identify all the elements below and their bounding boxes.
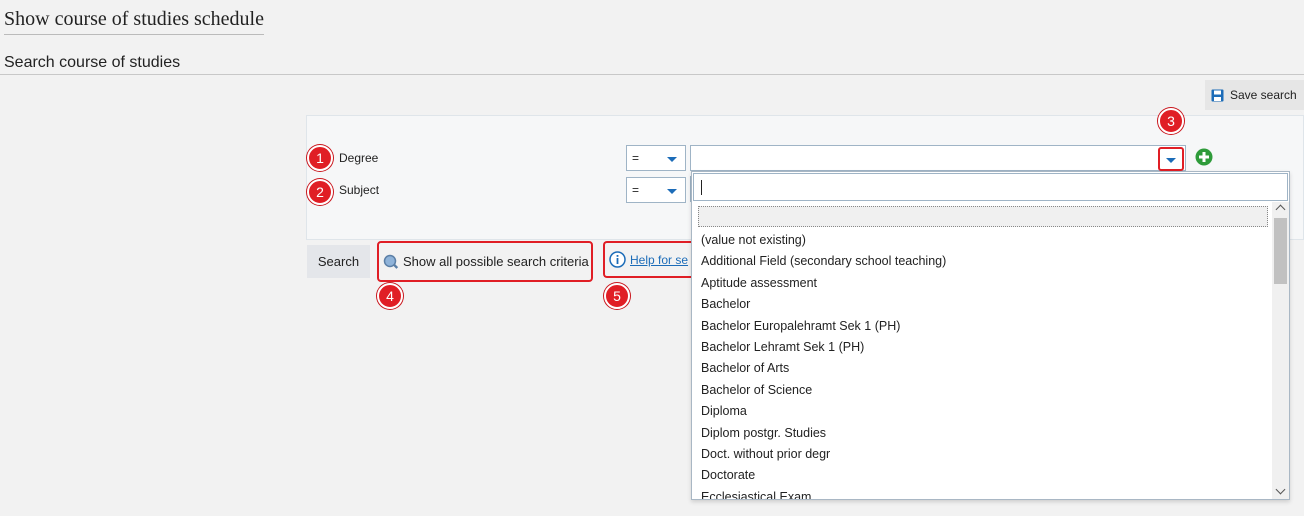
magnifier-icon: [383, 254, 399, 269]
degree-operator-value: =: [632, 151, 640, 165]
dropdown-option[interactable]: Aptitude assessment: [701, 273, 946, 294]
dropdown-options: (value not existing) Additional Field (se…: [701, 230, 946, 499]
annotation-badge-2: 2: [307, 179, 333, 205]
annotation-badge-5: 5: [604, 283, 630, 309]
dropdown-option[interactable]: Bachelor of Arts: [701, 358, 946, 379]
degree-dropdown-button[interactable]: [1158, 147, 1184, 171]
dropdown-empty-option[interactable]: [698, 206, 1268, 227]
subject-operator-value: =: [632, 183, 640, 197]
dropdown-option[interactable]: Diplom postgr. Studies: [701, 423, 946, 444]
degree-label: Degree: [339, 151, 379, 165]
dropdown-option[interactable]: (value not existing): [701, 230, 946, 251]
help-search-link-box[interactable]: Help for se: [603, 241, 693, 278]
info-icon: [609, 251, 626, 268]
add-criterion-icon[interactable]: [1195, 148, 1213, 166]
degree-operator-select[interactable]: =: [626, 145, 686, 171]
help-search-link[interactable]: Help for se: [630, 253, 688, 267]
dropdown-option[interactable]: Additional Field (secondary school teach…: [701, 251, 946, 272]
dropdown-scrollbar[interactable]: [1272, 202, 1289, 499]
chevron-down-icon: [667, 157, 677, 162]
section-divider: [0, 74, 1304, 75]
save-search-label: Save search: [1230, 88, 1297, 102]
save-icon: [1211, 89, 1224, 101]
scroll-up-arrow-icon[interactable]: [1275, 204, 1286, 215]
dropdown-option[interactable]: Bachelor Europalehramt Sek 1 (PH): [701, 316, 946, 337]
dropdown-option[interactable]: Bachelor Lehramt Sek 1 (PH): [701, 337, 946, 358]
dropdown-option[interactable]: Bachelor of Science: [701, 380, 946, 401]
degree-value-input[interactable]: [690, 145, 1186, 171]
search-button[interactable]: Search: [307, 245, 370, 278]
text-cursor: [701, 180, 702, 195]
chevron-down-icon: [1166, 158, 1176, 163]
annotation-badge-1: 1: [307, 145, 333, 171]
dropdown-option[interactable]: Doctorate: [701, 465, 946, 486]
dropdown-option[interactable]: Doct. without prior degr: [701, 444, 946, 465]
show-all-criteria-button[interactable]: Show all possible search criteria: [377, 241, 593, 282]
page-title: Show course of studies schedule: [4, 8, 264, 35]
save-search-button[interactable]: Save search: [1205, 80, 1304, 110]
subject-operator-select[interactable]: =: [626, 177, 686, 203]
chevron-down-icon: [667, 189, 677, 194]
dropdown-option[interactable]: Bachelor: [701, 294, 946, 315]
subject-label: Subject: [339, 183, 380, 197]
dropdown-option[interactable]: Ecclesiastical Exam: [701, 487, 946, 499]
annotation-badge-3: 3: [1158, 108, 1184, 134]
dropdown-search-input[interactable]: [693, 173, 1288, 201]
show-all-criteria-label: Show all possible search criteria: [403, 254, 589, 269]
annotation-badge-4: 4: [377, 283, 403, 309]
scrollbar-thumb[interactable]: [1274, 218, 1287, 284]
degree-dropdown-list: (value not existing) Additional Field (se…: [691, 171, 1290, 500]
section-title: Search course of studies: [4, 54, 181, 71]
dropdown-option[interactable]: Diploma: [701, 401, 946, 422]
scroll-down-arrow-icon[interactable]: [1275, 484, 1286, 495]
